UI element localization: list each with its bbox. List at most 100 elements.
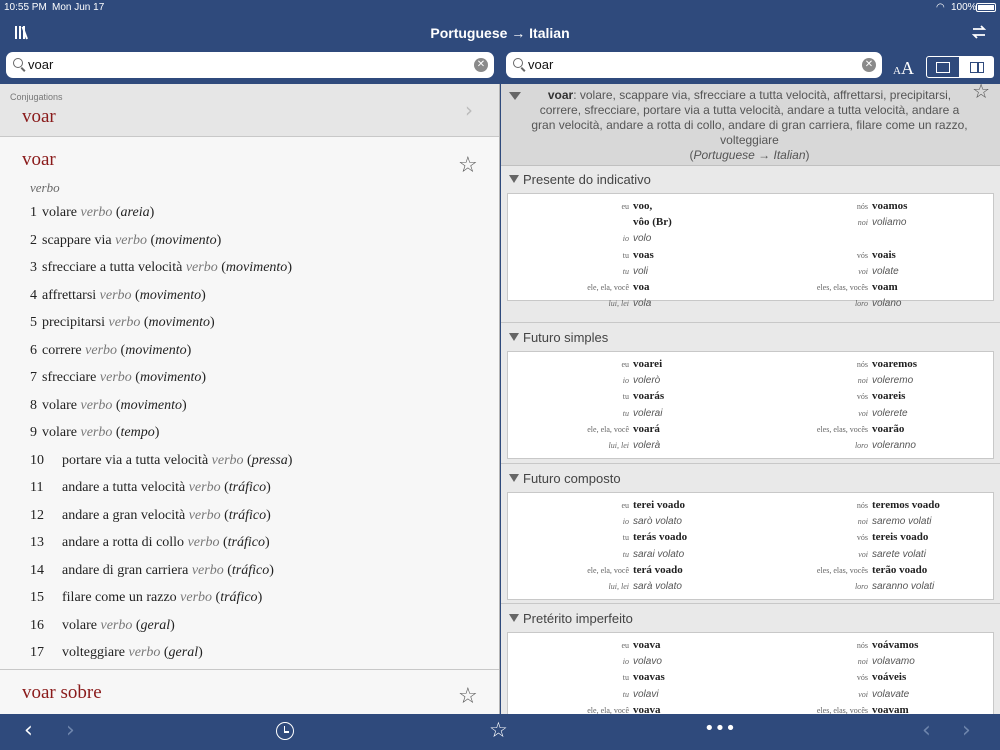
sense-item[interactable]: 13 andare a rotta di collo verbo (tráfico… — [30, 535, 270, 551]
verb-form[interactable]: voavam — [872, 704, 909, 714]
verb-form[interactable]: voais — [872, 249, 896, 261]
sense-translation[interactable]: andare a tutta velocità — [62, 480, 185, 495]
split-pane-icon[interactable] — [960, 56, 994, 78]
sense-item[interactable]: 14 andare di gran carriera verbo (tráfico… — [30, 563, 274, 579]
verb-form[interactable]: voáveis — [872, 671, 906, 683]
verb-form[interactable]: volavo — [633, 656, 662, 667]
verb-form[interactable]: volavate — [872, 689, 909, 700]
verb-form[interactable]: volerò — [633, 375, 660, 386]
verb-form[interactable]: tereis voado — [872, 531, 928, 543]
verb-form[interactable]: sarà volato — [633, 581, 682, 592]
sense-item[interactable]: 4 affrettarsi verbo (movimento) — [30, 288, 206, 304]
sense-translation[interactable]: affrettarsi — [42, 288, 96, 303]
sense-item[interactable]: 15 filare come un razzo verbo (tráfico) — [30, 590, 262, 606]
verb-form[interactable]: saranno volati — [872, 581, 934, 592]
verb-form[interactable]: voávamos — [872, 639, 918, 651]
search-input-left[interactable]: voar ✕ — [6, 52, 494, 78]
swap-icon[interactable] — [970, 24, 988, 40]
verb-form[interactable]: voleranno — [872, 440, 916, 451]
verb-form[interactable]: terás voado — [633, 531, 687, 543]
sense-item[interactable]: 11 andare a tutta velocità verbo (tráfico… — [30, 480, 271, 496]
verb-form[interactable]: volo — [633, 233, 651, 244]
sense-translation[interactable]: volare — [42, 398, 77, 413]
verb-form[interactable]: voava — [633, 639, 661, 651]
verb-form[interactable]: volavi — [633, 689, 659, 700]
sense-translation[interactable]: sfrecciare a tutta velocità — [42, 260, 182, 275]
sense-item[interactable]: 10 portare via a tutta velocità verbo (pr… — [30, 453, 292, 469]
forward-icon[interactable]: › — [66, 718, 75, 743]
verb-form[interactable]: voava — [633, 704, 661, 714]
tense-header[interactable]: Futuro composto — [509, 471, 621, 486]
verb-form[interactable]: voamos — [872, 200, 907, 212]
verb-form[interactable]: volerete — [872, 408, 908, 419]
favorite-star-icon[interactable]: ☆ — [458, 684, 478, 709]
verb-form[interactable]: voliamo — [872, 217, 906, 228]
favorite-star-icon[interactable]: ☆ — [972, 84, 990, 101]
history-icon[interactable] — [276, 722, 294, 740]
verb-form[interactable]: terá voado — [633, 564, 683, 576]
sense-item[interactable]: 6 correre verbo (movimento) — [30, 343, 191, 359]
sense-item[interactable]: 3 sfrecciare a tutta velocità verbo (movi… — [30, 260, 292, 276]
search-input-right[interactable]: voar ✕ — [506, 52, 882, 78]
sense-translation[interactable]: andare a rotta di collo — [62, 535, 184, 550]
sense-translation[interactable]: filare come un razzo — [62, 590, 177, 605]
verb-form[interactable]: volerà — [633, 440, 660, 451]
favorite-star-icon[interactable]: ☆ — [458, 153, 478, 178]
sense-translation[interactable]: scappare via — [42, 233, 112, 248]
clear-icon[interactable]: ✕ — [474, 58, 488, 72]
verb-form[interactable]: voleremo — [872, 375, 913, 386]
clear-icon[interactable]: ✕ — [862, 58, 876, 72]
verb-form[interactable]: sarai volato — [633, 549, 684, 560]
verb-form[interactable]: voam — [872, 281, 898, 293]
verb-form[interactable]: volerai — [633, 408, 662, 419]
sense-item[interactable]: 12 andare a gran velocità verbo (tráfico) — [30, 508, 271, 524]
verb-form[interactable]: voarei — [633, 358, 662, 370]
verb-form[interactable]: volavamo — [872, 656, 915, 667]
verb-form[interactable]: volate — [872, 266, 899, 277]
single-pane-icon[interactable] — [926, 56, 960, 78]
verb-form[interactable]: voavas — [633, 671, 665, 683]
verb-form[interactable]: voarás — [633, 390, 664, 402]
verb-form[interactable]: voaremos — [872, 358, 917, 370]
sense-item[interactable]: 5 precipitarsi verbo (movimento) — [30, 315, 215, 331]
sense-translation[interactable]: andare a gran velocità — [62, 508, 185, 523]
verb-form[interactable]: sarò volato — [633, 516, 682, 527]
verb-form[interactable]: sarete volati — [872, 549, 926, 560]
verb-form[interactable]: vola — [633, 298, 651, 309]
verb-form[interactable]: volano — [872, 298, 901, 309]
sense-item[interactable]: 8 volare verbo (movimento) — [30, 398, 187, 414]
back-icon[interactable]: ‹ — [24, 718, 33, 743]
verb-form[interactable]: voa — [633, 281, 650, 293]
verb-form[interactable]: terei voado — [633, 499, 685, 511]
sense-item[interactable]: 1 volare verbo (areia) — [30, 205, 154, 221]
verb-form[interactable]: voarão — [872, 423, 904, 435]
star-icon[interactable]: ☆ — [489, 718, 508, 742]
sense-translation[interactable]: portare via a tutta velocità — [62, 453, 208, 468]
sense-translation[interactable]: andare di gran carriera — [62, 563, 188, 578]
sense-translation[interactable]: volare — [62, 618, 97, 633]
more-icon[interactable]: ••• — [704, 718, 736, 739]
sense-item[interactable]: 2 scappare via verbo (movimento) — [30, 233, 221, 249]
forward-icon[interactable]: › — [962, 718, 971, 743]
sense-item[interactable]: 17 volteggiare verbo (geral) — [30, 645, 203, 661]
conjugations-link[interactable]: Conjugations voar › — [0, 84, 499, 137]
tense-header[interactable]: Futuro simples — [509, 330, 608, 345]
tense-header[interactable]: Presente do indicativo — [509, 172, 651, 187]
verb-form[interactable]: saremo volati — [872, 516, 931, 527]
back-icon[interactable]: ‹ — [922, 718, 931, 743]
verb-form[interactable]: voli — [633, 266, 648, 277]
sense-translation[interactable]: volare — [42, 425, 77, 440]
verb-form[interactable]: voas — [633, 249, 654, 261]
verb-form[interactable]: terão voado — [872, 564, 927, 576]
verb-form[interactable]: voará — [633, 423, 660, 435]
verb-form[interactable]: voareis — [872, 390, 905, 402]
tense-header[interactable]: Pretérito imperfeito — [509, 611, 633, 626]
font-size-icon[interactable]: AA — [893, 58, 914, 79]
sense-translation[interactable]: precipitarsi — [42, 315, 105, 330]
sense-translation[interactable]: volteggiare — [62, 645, 125, 660]
sense-item[interactable]: 7 sfrecciare verbo (movimento) — [30, 370, 206, 386]
sense-item[interactable]: 9 volare verbo (tempo) — [30, 425, 159, 441]
verb-form[interactable]: vôo (Br) — [633, 216, 672, 228]
collapse-triangle-icon[interactable] — [509, 92, 521, 100]
sense-translation[interactable]: volare — [42, 205, 77, 220]
